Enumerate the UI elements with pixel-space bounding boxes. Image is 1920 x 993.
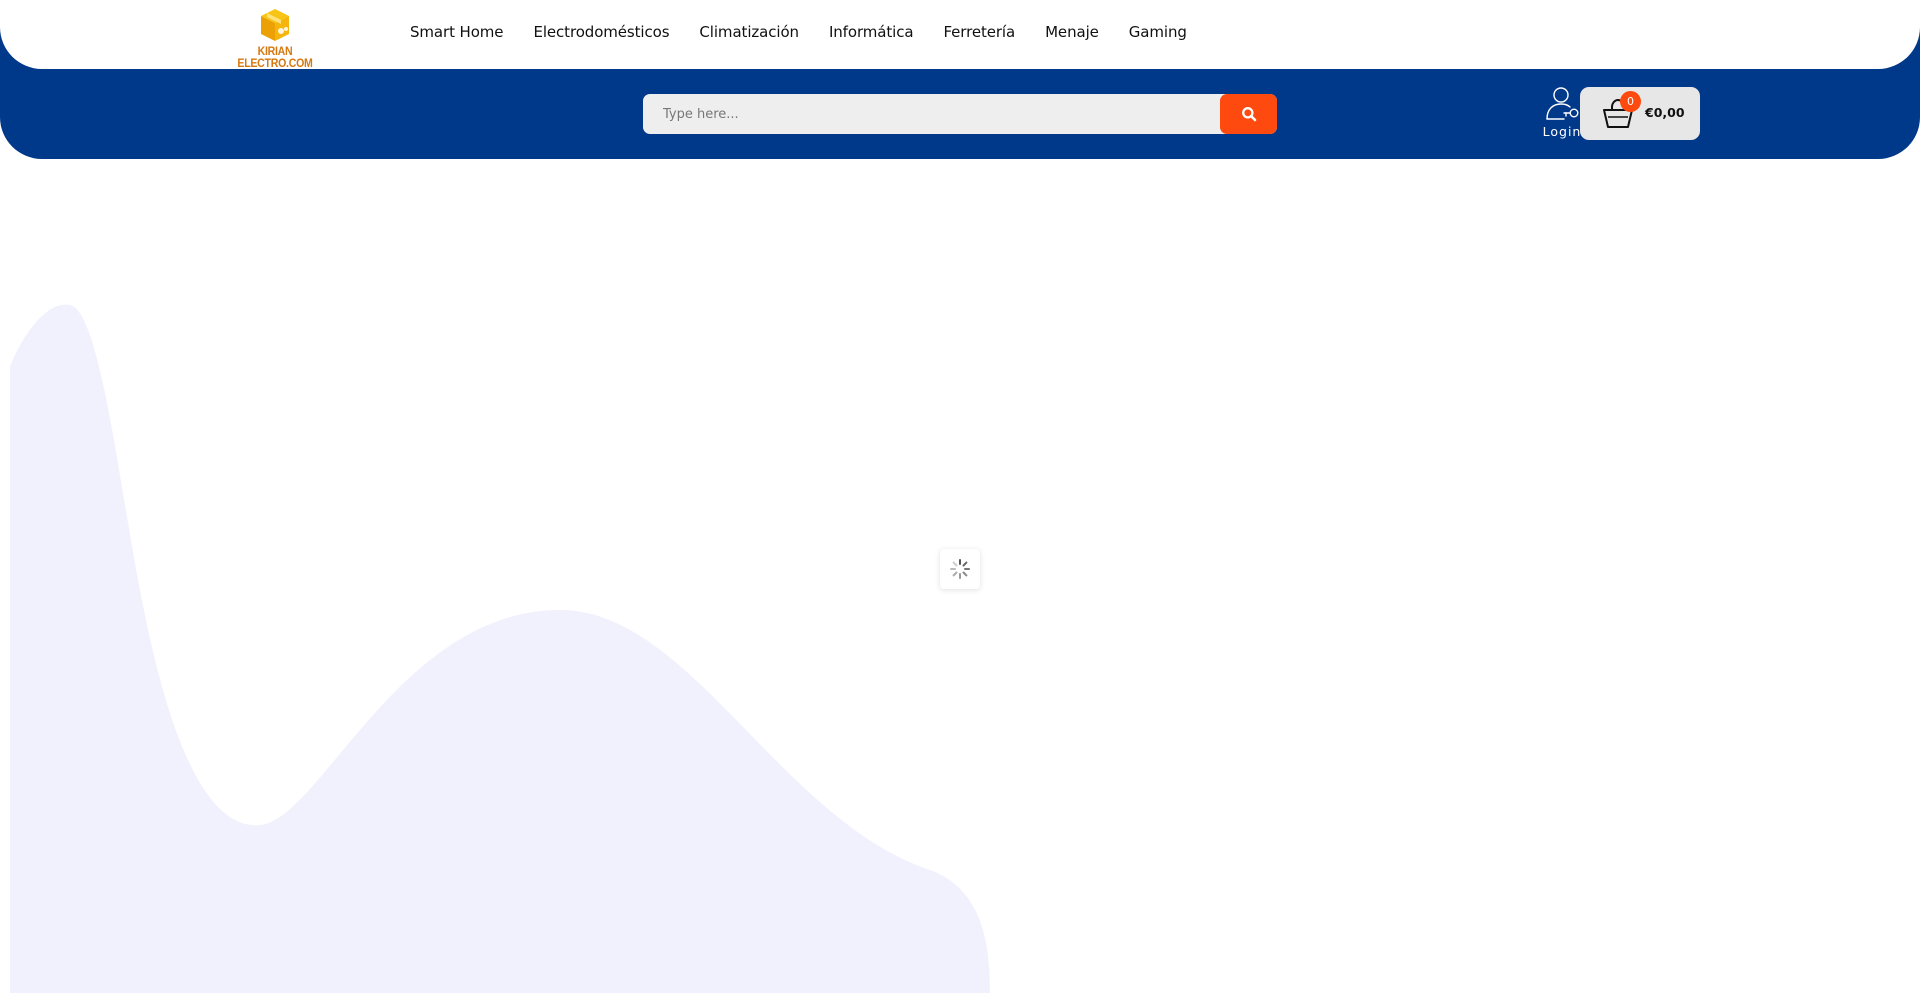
nav-item-climatizacion[interactable]: Climatización: [699, 23, 799, 41]
logo-box-icon: [261, 9, 289, 41]
spinner-icon: [950, 559, 970, 579]
search-icon: [1241, 107, 1256, 122]
cart-count-badge: 0: [1620, 91, 1641, 112]
nav-item-informatica[interactable]: Informática: [829, 23, 914, 41]
nav-item-gaming[interactable]: Gaming: [1129, 23, 1187, 41]
cart-total: €0,00: [1645, 105, 1685, 120]
nav-item-ferreteria[interactable]: Ferretería: [943, 23, 1015, 41]
user-key-icon: [1546, 87, 1579, 120]
nav-item-smart-home[interactable]: Smart Home: [410, 23, 504, 41]
site-logo[interactable]: KIRIAN ELECTRO.COM: [215, 6, 335, 70]
cart-button[interactable]: 0 €0,00: [1580, 87, 1700, 140]
search-button[interactable]: [1220, 94, 1277, 134]
search-form: [643, 94, 1277, 134]
nav-item-electrodomesticos[interactable]: Electrodomésticos: [533, 23, 669, 41]
search-input[interactable]: [643, 94, 1221, 134]
loading-spinner: [940, 549, 980, 589]
main-navigation: Smart Home Electrodomésticos Climatizaci…: [410, 23, 1187, 41]
login-label: Login: [1542, 124, 1582, 139]
decorative-wave-background: [10, 304, 990, 993]
login-link[interactable]: Login: [1540, 86, 1584, 142]
nav-item-menaje[interactable]: Menaje: [1045, 23, 1099, 41]
logo-wordmark: KIRIAN ELECTRO.COM: [237, 46, 313, 70]
